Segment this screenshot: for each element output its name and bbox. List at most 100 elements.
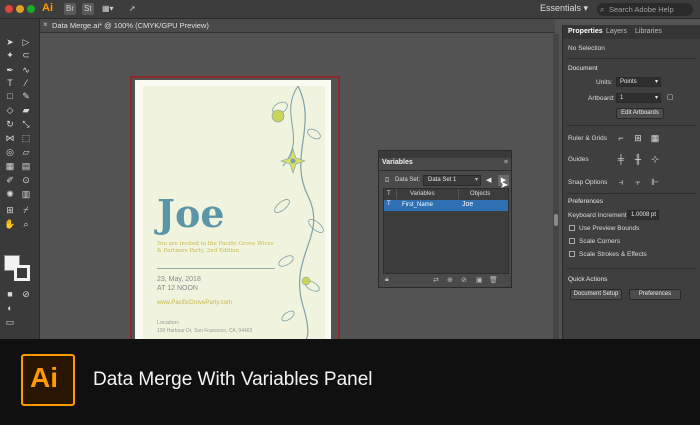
stroke-swatch[interactable] (14, 265, 30, 281)
document-setup-button[interactable]: Document Setup (570, 289, 622, 300)
tab-properties[interactable]: Properties (568, 28, 603, 35)
lock-guides-icon[interactable]: ╫ (633, 154, 643, 164)
make-text-dynamic-icon[interactable]: ⇄ (433, 276, 439, 284)
width-tool-icon[interactable]: ⋈ (4, 133, 16, 143)
selection-tool-icon[interactable]: ➤ (4, 37, 16, 47)
smart-guides-icon[interactable]: ⊹ (650, 154, 660, 164)
artboard-options-icon[interactable]: ▢ (665, 93, 675, 103)
gradient-tool-icon[interactable]: ▤ (20, 161, 32, 171)
panel-menu-icon[interactable]: ≡ (504, 159, 508, 166)
eyedropper-tool-icon[interactable]: ✐ (4, 175, 16, 185)
lasso-tool-icon[interactable]: ⊂ (20, 50, 32, 60)
screen-mode-icon[interactable]: ▭ (4, 317, 16, 327)
snap-to-grid-icon[interactable]: ⫟ (633, 177, 643, 187)
edit-artboards-button[interactable]: Edit Artboards (616, 108, 664, 119)
scroll-thumb[interactable] (554, 214, 558, 226)
direct-selection-tool-icon[interactable]: ▷ (20, 37, 32, 47)
snap-to-point-icon[interactable]: ⫞ (616, 177, 626, 187)
tab-layers[interactable]: Layers (606, 28, 627, 35)
artboard-tool-icon[interactable]: ⊞ (4, 205, 16, 215)
hand-tool-icon[interactable]: ✋ (4, 219, 16, 229)
table-row[interactable]: T First_Name Joe (384, 200, 508, 211)
eraser-tool-icon[interactable]: ▰ (20, 105, 32, 115)
units-label: Units: (596, 79, 613, 86)
use-preview-bounds-checkbox[interactable] (569, 225, 575, 231)
type-tool-icon[interactable]: T (4, 78, 16, 88)
mesh-tool-icon[interactable]: ▦ (4, 161, 16, 171)
rotate-tool-icon[interactable]: ↻ (4, 119, 16, 129)
preferences-button[interactable]: Preferences (629, 289, 681, 300)
event-time: AT 12 NOON (157, 285, 198, 292)
dataset-select[interactable]: Data Set 1 ▾ (423, 175, 481, 186)
scale-tool-icon[interactable]: ⤡ (20, 119, 32, 129)
zoom-window-button[interactable] (27, 5, 35, 13)
tab-libraries[interactable]: Libraries (635, 28, 662, 35)
shape-builder-tool-icon[interactable]: ◎ (4, 147, 16, 157)
keyboard-increment-input[interactable]: 1.0008 pt (627, 210, 659, 220)
line-tool-icon[interactable]: ⁄ (20, 78, 32, 88)
none-mode-icon[interactable]: ⊘ (20, 289, 32, 299)
artboard[interactable]: Joe You are invited to the Pacific Grove… (135, 80, 331, 355)
stock-button[interactable]: St (82, 3, 94, 15)
vertical-scrollbar[interactable] (553, 34, 559, 339)
previous-dataset-icon[interactable]: ◀ (486, 176, 491, 184)
title-banner: Ai Data Merge With Variables Panel (0, 339, 700, 425)
help-search-input[interactable]: ⌕ Search Adobe Help (597, 3, 693, 16)
show-guides-icon[interactable]: ╪ (616, 154, 626, 164)
pixel-grid-icon[interactable]: ▦ (650, 133, 660, 143)
divider (157, 268, 275, 269)
document-tab[interactable]: × Data Merge.ai* @ 100% (CMYK/GPU Previe… (40, 19, 555, 33)
slice-tool-icon[interactable]: ⌿ (20, 205, 32, 215)
location-label: Location: (157, 320, 180, 326)
snap-to-pixel-icon[interactable]: ⊩ (650, 177, 660, 187)
tab-variables[interactable]: Variables (382, 159, 413, 166)
blend-tool-icon[interactable]: ⊙ (20, 175, 32, 185)
event-date: 23, May, 2018 (157, 276, 201, 283)
free-transform-tool-icon[interactable]: ⬚ (20, 133, 32, 143)
invitation-card: Joe You are invited to the Pacific Grove… (143, 86, 325, 349)
minimize-window-button[interactable] (16, 5, 24, 13)
grid-icon[interactable]: ⊞ (633, 133, 643, 143)
units-select[interactable]: Points ▾ (616, 77, 661, 87)
artboard-select[interactable]: 1 ▾ (616, 93, 661, 103)
panel-footer: 🔒︎ ⇄ ⊕ ⊘ ▣ 🗑︎ (379, 275, 511, 287)
quick-actions-header: Quick Actions (568, 276, 608, 283)
bridge-button[interactable]: Br (64, 3, 76, 15)
shaper-tool-icon[interactable]: ◇ (4, 105, 16, 115)
camera-icon[interactable]: ⌼ (385, 177, 389, 185)
unbind-variable-icon[interactable]: ⊘ (461, 276, 467, 284)
location-address: 100 Harbour Dr, San Francisco, CA, 94403 (157, 328, 253, 334)
zoom-tool-icon[interactable]: ⌕ (20, 219, 32, 229)
rectangle-tool-icon[interactable]: □ (4, 91, 16, 101)
draw-mode-icon[interactable]: ◐ (4, 303, 16, 313)
checkbox-label: Scale Strokes & Effects (579, 251, 647, 258)
perspective-grid-tool-icon[interactable]: ▱ (20, 147, 32, 157)
column-graph-tool-icon[interactable]: ▥ (20, 189, 32, 199)
paintbrush-tool-icon[interactable]: ✎ (20, 91, 32, 101)
panel-titlebar[interactable] (379, 151, 511, 158)
chevron-down-icon: ▾ (654, 95, 658, 101)
close-window-button[interactable] (5, 5, 13, 13)
workspace-switcher[interactable]: Essentials ▾ (540, 3, 588, 14)
scale-strokes-effects-checkbox[interactable] (569, 251, 575, 257)
color-mode-icon[interactable]: ■ (4, 289, 16, 299)
new-variable-icon[interactable]: ▣ (476, 276, 483, 284)
pen-tool-icon[interactable]: ✒ (4, 65, 16, 75)
trash-icon[interactable]: 🗑︎ (489, 276, 498, 284)
ruler-grids-label: Ruler & Grids (568, 135, 608, 142)
arrange-documents-icon[interactable]: ▦▾ (100, 3, 116, 15)
column-header-type: T (387, 191, 391, 197)
app-menubar: Ai Br St ▦▾ ➚ Essentials ▾ ⌕ Search Adob… (0, 0, 700, 19)
lock-icon[interactable]: 🔒︎ (385, 276, 389, 284)
make-visibility-dynamic-icon[interactable]: ⊕ (447, 276, 453, 284)
banner-logo-text: Ai (30, 362, 58, 393)
magic-wand-tool-icon[interactable]: ✦ (4, 50, 16, 60)
close-icon[interactable]: × (43, 20, 48, 29)
first-name-text[interactable]: Joe (157, 191, 225, 236)
share-icon[interactable]: ➚ (127, 3, 138, 15)
selection-status: No Selection (568, 45, 605, 52)
scale-corners-checkbox[interactable] (569, 238, 575, 244)
symbol-sprayer-tool-icon[interactable]: ✺ (4, 189, 16, 199)
curvature-tool-icon[interactable]: ∿ (20, 65, 32, 75)
ruler-icon[interactable]: ⌐ (616, 133, 626, 143)
